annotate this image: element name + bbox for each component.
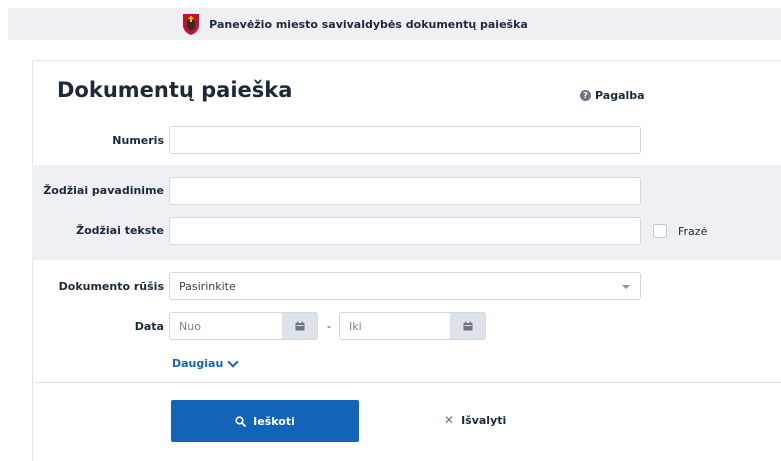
doc-type-selected: Pasirinkite	[179, 279, 236, 293]
text-words-input[interactable]	[169, 217, 641, 245]
clear-button[interactable]: ✕ Išvalyti	[444, 413, 506, 427]
clear-label: Išvalyti	[461, 413, 507, 427]
help-label: Pagalba	[595, 89, 645, 102]
page-title: Dokumentų paieška	[57, 78, 293, 102]
chevron-down-icon	[227, 355, 239, 368]
phrase-checkbox[interactable]	[653, 224, 667, 238]
close-icon: ✕	[444, 413, 455, 427]
question-circle-icon: ?	[580, 90, 591, 101]
divider	[32, 382, 781, 383]
calendar-icon	[295, 321, 304, 331]
date-from-input[interactable]: Nuo	[169, 312, 283, 340]
header-bar: Panevėžio miesto savivaldybės dokumentų …	[8, 8, 781, 40]
header-title: Panevėžio miesto savivaldybės dokumentų …	[209, 17, 528, 31]
title-words-input[interactable]	[169, 177, 641, 205]
text-words-label: Žodžiai tekste	[76, 224, 164, 237]
header-content: Panevėžio miesto savivaldybės dokumentų …	[181, 12, 528, 36]
chevron-down-icon	[622, 285, 630, 289]
help-link[interactable]: ? Pagalba	[580, 89, 645, 102]
search-button[interactable]: Ieškoti	[171, 400, 359, 442]
date-to-input[interactable]: Iki	[339, 312, 453, 340]
doc-type-label: Dokumento rūšis	[58, 280, 164, 293]
magnifier-icon	[235, 415, 247, 427]
calendar-icon	[463, 321, 472, 331]
search-label: Ieškoti	[253, 414, 295, 428]
date-to-calendar-button[interactable]	[450, 312, 486, 340]
date-from-calendar-button[interactable]	[282, 312, 318, 340]
more-options-toggle[interactable]: Daugiau	[172, 355, 239, 370]
doc-type-select[interactable]: Pasirinkite	[169, 272, 641, 300]
search-card	[32, 60, 781, 461]
more-label: Daugiau	[172, 357, 224, 370]
phrase-label: Frazė	[678, 225, 708, 238]
date-label: Data	[134, 320, 164, 333]
date-separator: -	[327, 320, 331, 333]
title-words-label: Žodžiai pavadinime	[43, 184, 164, 197]
city-coat-of-arms-icon	[183, 14, 200, 35]
number-input[interactable]	[169, 126, 641, 154]
number-label: Numeris	[112, 134, 164, 147]
